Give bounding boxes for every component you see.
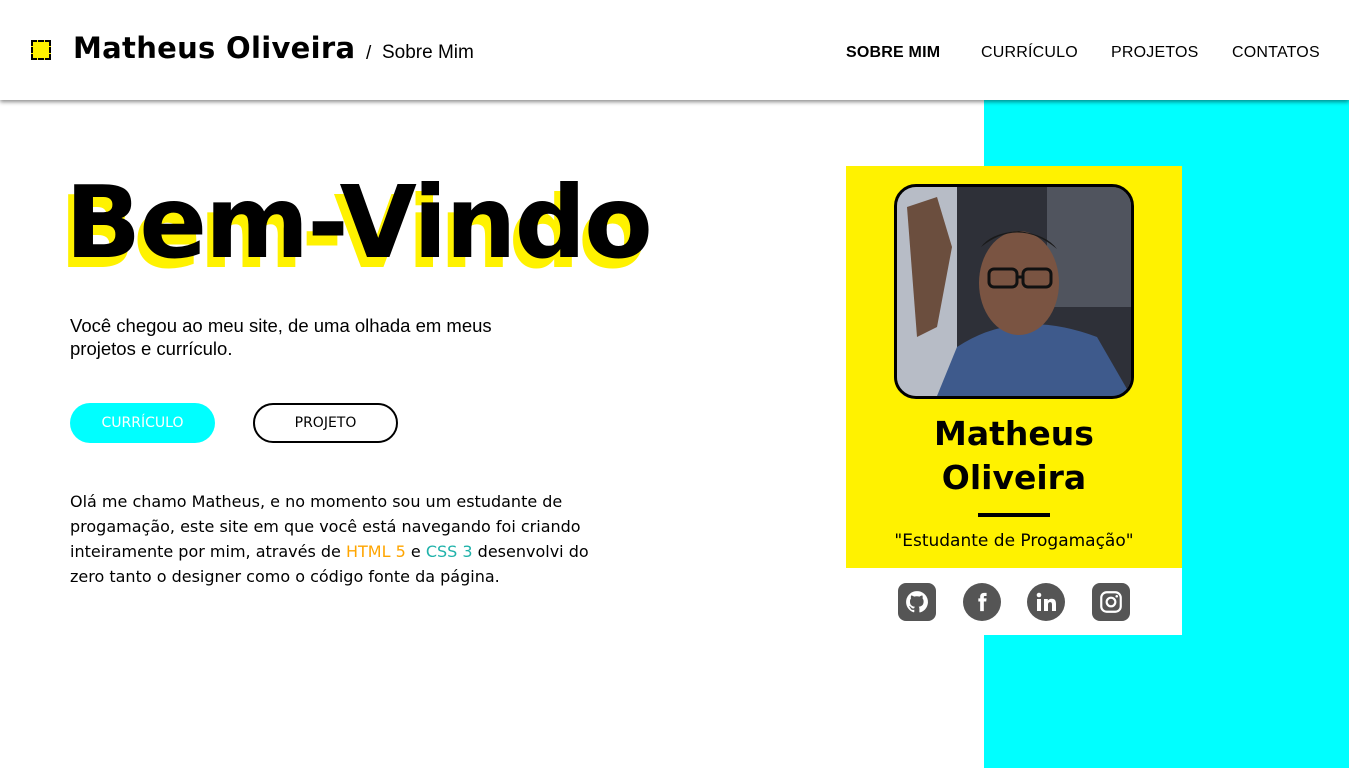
logo-icon[interactable] (31, 40, 51, 60)
site-header: Matheus Oliveira / Sobre Mim SOBRE MIM C… (0, 0, 1349, 100)
linkedin-icon[interactable] (1027, 583, 1065, 621)
brand-name[interactable]: Matheus Oliveira (73, 31, 355, 65)
profile-name: Matheus Oliveira (846, 412, 1182, 500)
facebook-icon[interactable] (963, 583, 1001, 621)
profile-divider (978, 513, 1050, 517)
hero-title-text: Bem-Vindo (65, 164, 653, 281)
profile-card: Matheus Oliveira "Estudante de Progamaçã… (846, 166, 1182, 635)
nav-sobre-mim[interactable]: SOBRE MIM (846, 44, 940, 62)
profile-card-header: Matheus Oliveira "Estudante de Progamaçã… (846, 166, 1182, 568)
github-icon[interactable] (898, 583, 936, 621)
curriculo-button[interactable]: CURRÍCULO (70, 403, 215, 443)
html5-highlight: HTML 5 (346, 542, 406, 561)
about-connector: e (410, 542, 421, 561)
nav-contatos[interactable]: CONTATOS (1232, 44, 1320, 62)
profile-role: "Estudante de Progamação" (894, 531, 1134, 551)
profile-photo (894, 184, 1134, 399)
nav-curriculo[interactable]: CURRÍCULO (981, 44, 1078, 62)
intro-text: Você chegou ao meu site, de uma olhada e… (70, 315, 492, 359)
hero-title: Bem-Vindo Bem-Vindo (59, 168, 653, 288)
css3-highlight: CSS 3 (425, 542, 473, 561)
instagram-icon[interactable] (1092, 583, 1130, 621)
breadcrumb: Sobre Mim (382, 42, 474, 63)
projeto-button[interactable]: PROJETO (253, 403, 398, 443)
profile-first-name: Matheus (934, 414, 1094, 453)
breadcrumb-separator: / (366, 43, 372, 64)
about-paragraph: Olá me chamo Matheus, e no momento sou u… (70, 489, 590, 589)
profile-last-name: Oliveira (941, 458, 1087, 497)
nav-projetos[interactable]: PROJETOS (1111, 44, 1199, 62)
